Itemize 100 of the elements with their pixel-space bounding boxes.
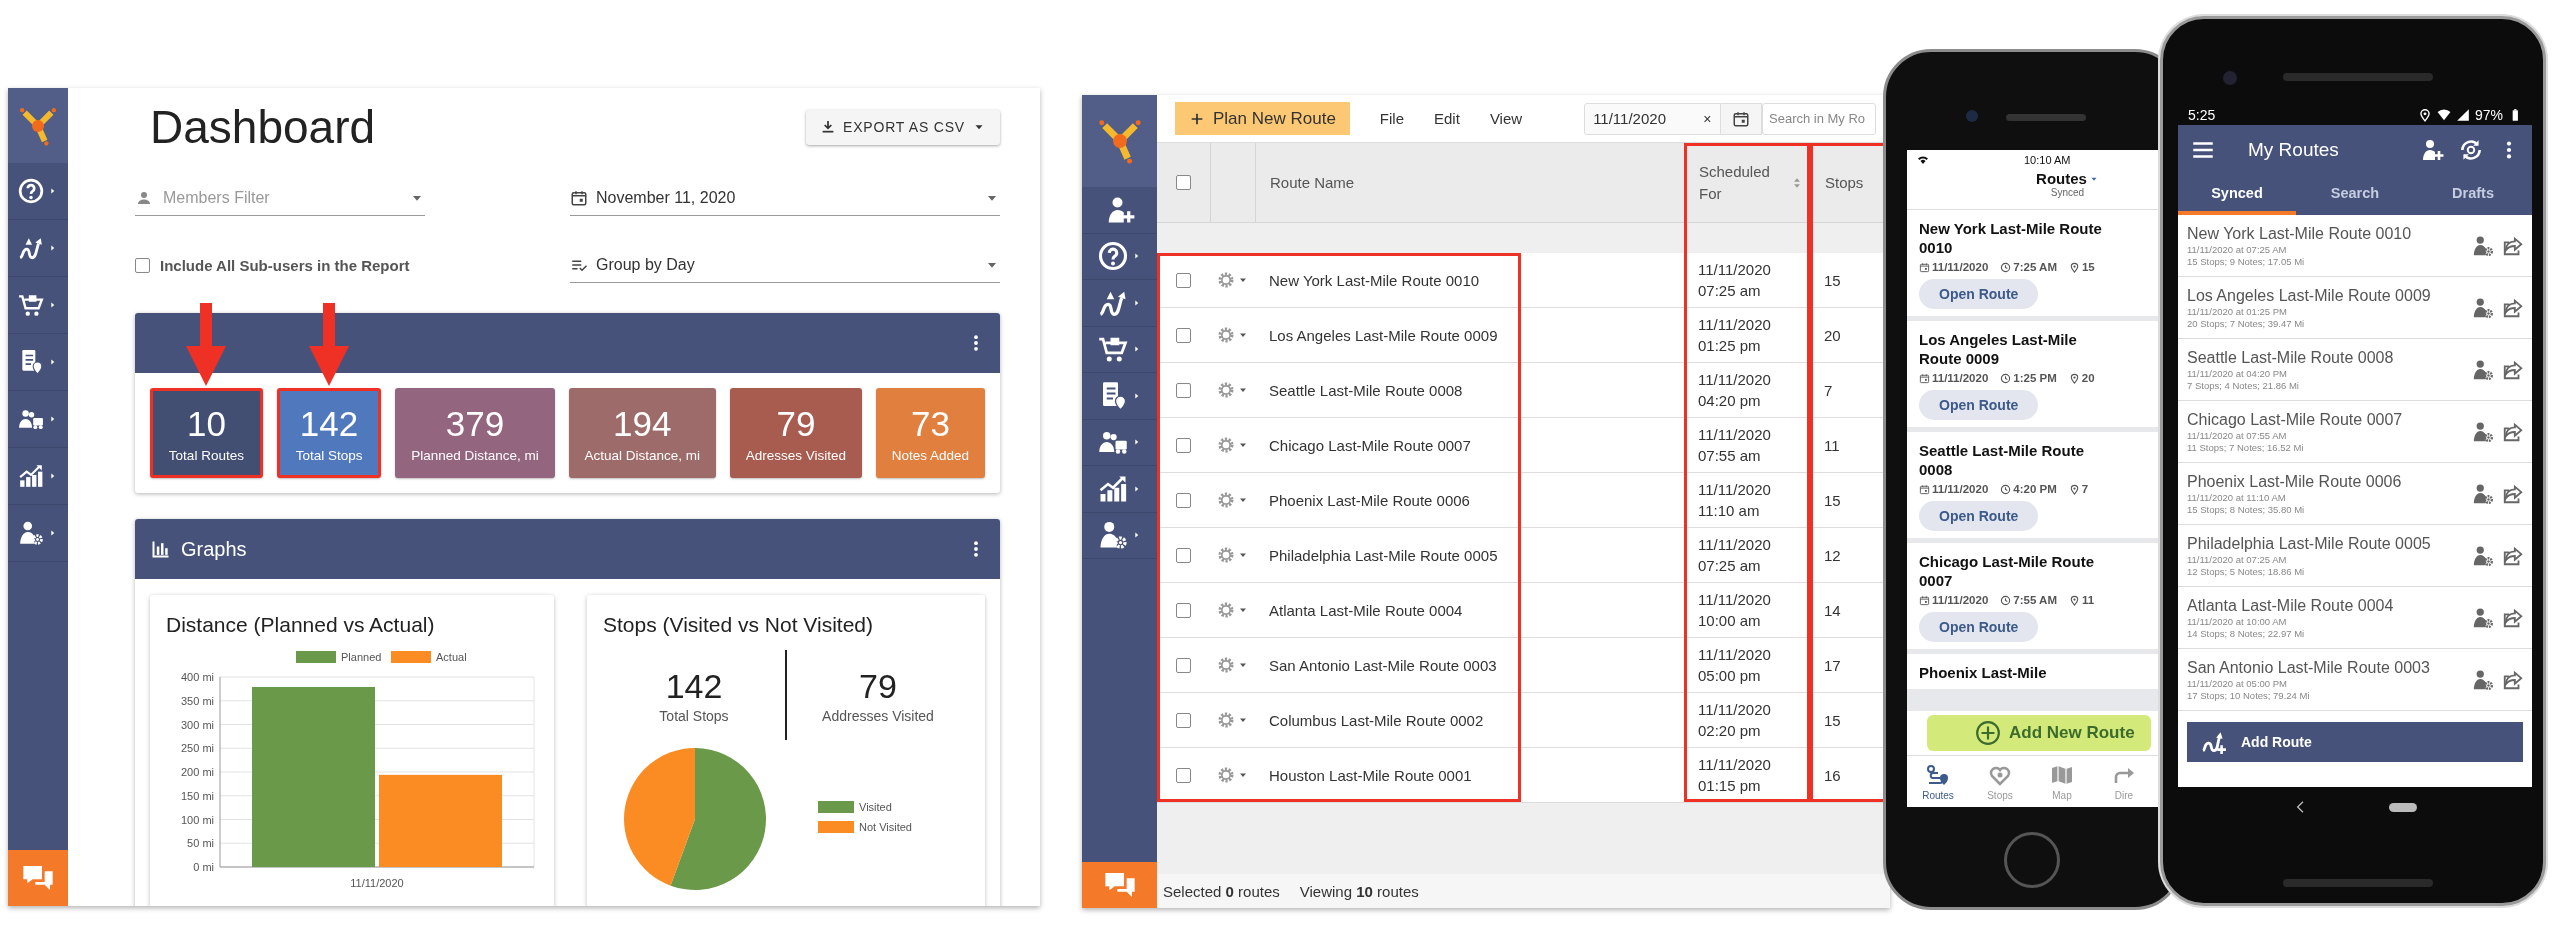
- column-header[interactable]: Stops: [1825, 171, 1864, 194]
- checkbox[interactable]: [135, 258, 150, 273]
- chat-button[interactable]: [1082, 862, 1157, 908]
- share-icon[interactable]: [2502, 420, 2524, 443]
- route-list-item[interactable]: Phoenix Last-Mile Route 0006 11/11/2020 at 11:10 AM 15 Stops; 8 Notes; 35.80 Mi: [2178, 463, 2532, 525]
- route-name[interactable]: Los Angeles Last-Mile Route 0009: [1269, 326, 1498, 344]
- add-user-icon[interactable]: [2420, 138, 2444, 162]
- open-route-button[interactable]: Open Route: [1919, 390, 2039, 420]
- route-list-item[interactable]: Chicago Last-Mile Route 0007 11/11/2020 at 07:55 AM 11 Stops; 7 Notes; 16.52 Mi: [2178, 401, 2532, 463]
- tab[interactable]: Drafts: [2414, 175, 2532, 215]
- calendar-button[interactable]: [1720, 102, 1762, 135]
- share-icon[interactable]: [2502, 668, 2524, 691]
- open-route-button[interactable]: Open Route: [1919, 612, 2039, 642]
- members-filter-field[interactable]: Members Filter: [161, 188, 401, 208]
- checkbox[interactable]: [1176, 437, 1191, 453]
- user-gear-icon[interactable]: [2472, 234, 2494, 257]
- checkbox[interactable]: [1176, 382, 1191, 398]
- axis-tick-label: 400 mi: [180, 671, 214, 683]
- checkbox[interactable]: [1176, 767, 1191, 783]
- page-title: Dashboard: [149, 100, 376, 154]
- route-list-item[interactable]: New York Last-Mile Route 0010 11/11/2020 at 07:25 AM 15 Stops; 9 Notes; 17.05 Mi: [2178, 215, 2532, 277]
- menu-item[interactable]: File: [1379, 110, 1404, 127]
- route-name: Philadelphia Last-Mile Route 0005: [2187, 534, 2432, 553]
- logo-tile[interactable]: [8, 88, 68, 163]
- user-gear-icon[interactable]: [2472, 606, 2494, 629]
- schedule-cell-text: 11/11/2020 05:00 pm: [1698, 645, 1772, 686]
- stops-cell-text: 15: [1823, 490, 1842, 511]
- route-name: Los Angeles Last-Mile Route 0009: [2187, 286, 2432, 305]
- checkbox[interactable]: [1176, 327, 1191, 343]
- schedule-cell-text: 11/11/2020 04:20 pm: [1698, 370, 1772, 411]
- route-name[interactable]: Phoenix Last-Mile Route 0006: [1269, 491, 1470, 509]
- gear-icon: [1216, 545, 1236, 565]
- legend-label: Not Visited: [859, 821, 912, 833]
- search-field[interactable]: Search in My Ro: [1762, 102, 1876, 135]
- menu-item[interactable]: Edit: [1434, 110, 1460, 127]
- user-gear-icon[interactable]: [2472, 544, 2494, 567]
- route-list-item[interactable]: San Antonio Last-Mile Route 0003 11/11/2020 at 05:00 PM 17 Stops; 10 Notes; 79.24 Mi: [2178, 649, 2532, 711]
- route-name[interactable]: New York Last-Mile Route 0010: [1269, 271, 1480, 289]
- share-icon[interactable]: [2502, 358, 2524, 381]
- route-name[interactable]: Philadelphia Last-Mile Route 0005: [1269, 546, 1498, 564]
- share-icon[interactable]: [2502, 296, 2524, 319]
- route-summary: 15 Stops; 9 Notes; 17.05 Mi: [2187, 255, 2306, 267]
- route-summary: 7 Stops; 4 Notes; 21.86 Mi: [2187, 379, 2300, 391]
- share-icon[interactable]: [2502, 544, 2524, 567]
- route-list-item[interactable]: Philadelphia Last-Mile Route 0005 11/11/2020 at 07:25 AM 12 Stops; 5 Notes; 18.86 Mi: [2178, 525, 2532, 587]
- plus-circle-icon: [1975, 720, 2001, 746]
- share-icon[interactable]: [2502, 606, 2524, 629]
- route-name[interactable]: Houston Last-Mile Route 0001: [1269, 766, 1472, 784]
- checkbox[interactable]: [1176, 175, 1191, 190]
- route-list-item[interactable]: Los Angeles Last-Mile Route 0009 11/11/2020 at 01:25 PM 20 Stops; 7 Notes; 39.47 Mi: [2178, 277, 2532, 339]
- schedule-cell-text: 11/11/2020 01:15 pm: [1698, 755, 1772, 796]
- route-name[interactable]: Columbus Last-Mile Route 0002: [1269, 711, 1484, 729]
- route-name[interactable]: Chicago Last-Mile Route 0007: [1269, 436, 1471, 454]
- chat-button[interactable]: [8, 850, 68, 906]
- logo-tile[interactable]: [1082, 95, 1157, 187]
- checkbox[interactable]: [1176, 492, 1191, 508]
- share-icon[interactable]: [2502, 234, 2524, 257]
- tab[interactable]: Routes: [1907, 756, 1969, 807]
- column-header[interactable]: Scheduled For: [1699, 160, 1779, 205]
- route-name[interactable]: San Antonio Last-Mile Route 0003: [1269, 656, 1497, 674]
- user-gear-icon[interactable]: [2472, 482, 2494, 505]
- column-header[interactable]: Route Name: [1270, 171, 1355, 194]
- checkbox[interactable]: [1176, 272, 1191, 288]
- clear-button[interactable]: ×: [1703, 110, 1712, 127]
- cart-icon: [18, 292, 44, 318]
- route-date: 11/11/2020: [1919, 372, 1989, 384]
- user-gear-icon[interactable]: [2472, 668, 2494, 691]
- add-route-button[interactable]: Add New Route: [1927, 715, 2151, 751]
- stat-value: 73: [911, 403, 950, 444]
- share-icon[interactable]: [2502, 482, 2524, 505]
- user-gear-icon[interactable]: [2472, 296, 2494, 319]
- plan-route-button[interactable]: Plan New Route: [1175, 102, 1350, 135]
- stat-label: Planned Distance, mi: [411, 447, 539, 463]
- route-name[interactable]: Seattle Last-Mile Route 0008: [1269, 381, 1463, 399]
- checkbox[interactable]: [1176, 657, 1191, 673]
- header-title[interactable]: Routes: [2036, 170, 2099, 187]
- checkbox[interactable]: [1176, 547, 1191, 563]
- route-schedule: 11/11/2020 at 07:55 AM: [2187, 429, 2288, 441]
- tab[interactable]: Search: [2296, 175, 2414, 215]
- date-field[interactable]: 11/11/2020 ×: [1584, 102, 1721, 135]
- user-gear-icon[interactable]: [2472, 420, 2494, 443]
- route-name[interactable]: Atlanta Last-Mile Route 0004: [1269, 601, 1463, 619]
- checkbox[interactable]: [1176, 712, 1191, 728]
- stat-label: Actual Distance, mi: [584, 447, 701, 463]
- chart-title: Distance (Planned vs Actual): [166, 613, 436, 637]
- menu-item[interactable]: View: [1489, 110, 1523, 127]
- add-route-button[interactable]: Add Route: [2187, 722, 2523, 762]
- tab[interactable]: Synced: [2178, 175, 2296, 215]
- home-button[interactable]: [2389, 802, 2417, 812]
- user-gear-icon[interactable]: [2472, 358, 2494, 381]
- export-button[interactable]: EXPORT AS CSV: [806, 109, 1000, 145]
- route-list-item[interactable]: Seattle Last-Mile Route 0008 11/11/2020 at 04:20 PM 7 Stops; 4 Notes; 21.86 Mi: [2178, 339, 2532, 401]
- route-name: Seattle Last-Mile Route 0008: [2187, 348, 2395, 367]
- date-select[interactable]: November 11, 2020: [570, 181, 1000, 216]
- checkbox[interactable]: [1176, 602, 1191, 618]
- open-route-button[interactable]: Open Route: [1919, 279, 2039, 309]
- route-list-item[interactable]: Atlanta Last-Mile Route 0004 11/11/2020 at 10:00 AM 14 Stops; 8 Notes; 22.97 Mi: [2178, 587, 2532, 649]
- open-route-button[interactable]: Open Route: [1919, 501, 2039, 531]
- group-select[interactable]: Group by Day: [570, 248, 1000, 283]
- sync-icon[interactable]: [2458, 137, 2484, 163]
